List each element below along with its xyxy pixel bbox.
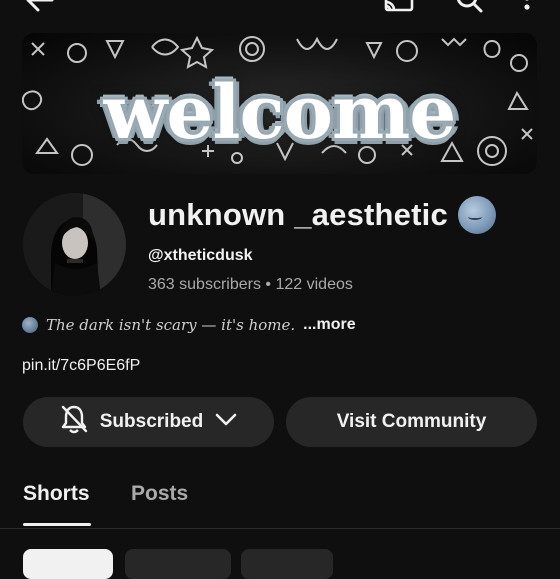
moon-icon — [22, 317, 38, 333]
filter-chip[interactable] — [23, 549, 113, 579]
search-icon[interactable] — [454, 0, 484, 14]
new-moon-face-icon — [457, 196, 496, 234]
filter-chip[interactable] — [125, 549, 231, 579]
channel-name-text: unknown _aesthetic — [148, 197, 448, 232]
tab-divider — [0, 528, 560, 529]
subscribed-label: Subscribed — [99, 411, 204, 432]
top-app-bar — [0, 0, 560, 26]
channel-handle: @xtheticdusk — [148, 247, 253, 264]
visit-community-label: Visit Community — [336, 411, 487, 432]
channel-description[interactable]: The dark isn't scary — it's home. ...mor… — [22, 316, 356, 334]
more-vert-icon[interactable] — [522, 0, 532, 14]
channel-link[interactable]: pin.it/7c6P6E6fP — [22, 357, 140, 375]
channel-avatar[interactable] — [23, 193, 126, 296]
description-text: The dark isn't scary — it's home. — [46, 316, 296, 334]
arrow-left-icon[interactable] — [24, 0, 54, 14]
cast-icon[interactable] — [383, 0, 415, 14]
tab-posts[interactable]: Posts — [131, 482, 188, 506]
channel-name: unknown _aesthetic — [148, 196, 496, 234]
chevron-down-icon — [215, 411, 237, 433]
bell-off-icon — [60, 404, 88, 440]
more-link[interactable]: ...more — [303, 316, 355, 334]
banner-welcome-text: welcome — [103, 70, 457, 156]
video-count: 122 videos — [275, 276, 353, 293]
tab-shorts[interactable]: Shorts — [23, 482, 90, 506]
channel-stats: 363 subscribers • 122 videos — [148, 276, 353, 294]
avatar-portrait — [23, 193, 126, 296]
subscribed-button[interactable]: Subscribed — [23, 397, 274, 447]
stats-separator: • — [265, 276, 272, 293]
visit-community-button[interactable]: Visit Community — [286, 397, 537, 447]
channel-banner: welcome — [22, 33, 537, 174]
active-tab-indicator — [23, 523, 91, 526]
subscriber-count: 363 subscribers — [148, 276, 261, 293]
filter-chip[interactable] — [241, 549, 333, 579]
